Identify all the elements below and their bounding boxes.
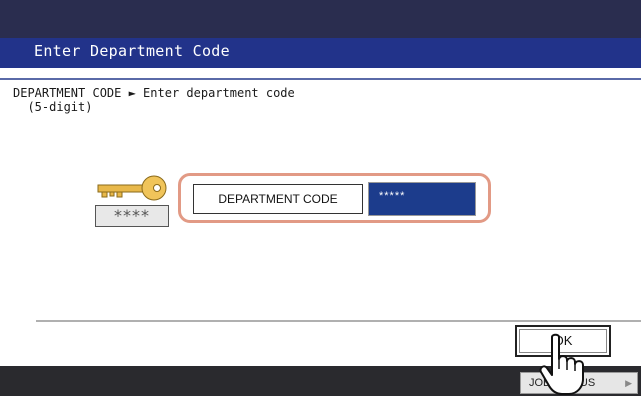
pointing-hand-icon <box>538 333 590 400</box>
department-code-label[interactable]: DEPARTMENT CODE <box>193 184 363 214</box>
divider <box>36 320 641 322</box>
title-rule <box>0 68 641 80</box>
key-icon <box>96 175 168 209</box>
title-bar: Enter Department Code <box>0 38 641 68</box>
top-bar <box>0 0 641 38</box>
department-code-field[interactable]: ***** <box>368 182 476 216</box>
page-title: Enter Department Code <box>34 42 230 60</box>
instruction-text: DEPARTMENT CODE ► Enter department code … <box>13 86 295 114</box>
code-mask-icon: **** <box>95 205 169 227</box>
arrow-right-icon: ▶ <box>625 378 632 388</box>
